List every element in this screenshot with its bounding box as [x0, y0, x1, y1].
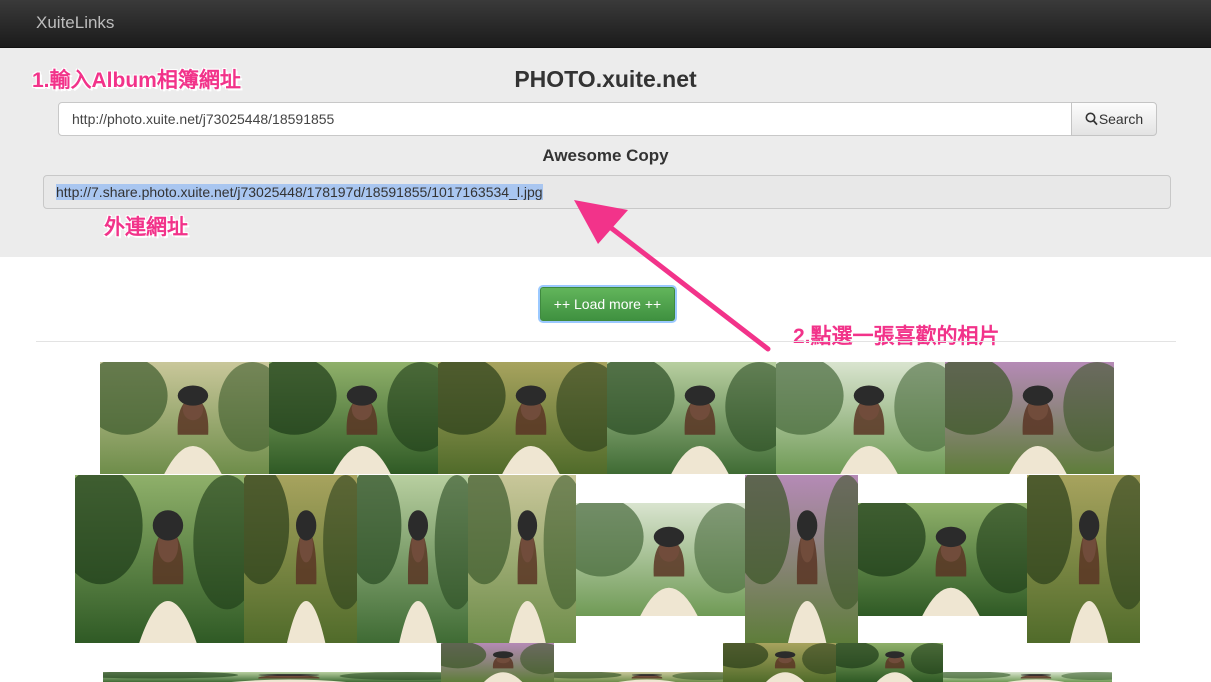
photo-thumbnail[interactable] — [269, 362, 438, 474]
photo-thumbnail[interactable] — [723, 643, 836, 682]
copy-heading: Awesome Copy — [542, 146, 669, 165]
photo-thumbnail[interactable] — [103, 672, 441, 682]
photo-thumbnail[interactable] — [441, 643, 554, 682]
annotation-link-label: 外連網址 — [104, 216, 188, 239]
photo-thumbnail[interactable] — [858, 503, 1027, 616]
photo-thumbnail[interactable] — [745, 475, 858, 643]
photo-thumbnail[interactable] — [438, 362, 607, 474]
copy-link-field[interactable]: http://7.share.photo.xuite.net/j73025448… — [43, 175, 1171, 209]
photo-thumbnail[interactable] — [357, 475, 468, 643]
search-button-label: Search — [1098, 111, 1144, 127]
copy-link-text[interactable]: http://7.share.photo.xuite.net/j73025448… — [56, 184, 543, 200]
divider — [36, 341, 1176, 342]
photo-thumbnail[interactable] — [943, 672, 1112, 682]
brand-logo[interactable]: XuiteLinks — [36, 13, 114, 33]
photo-thumbnail[interactable] — [836, 643, 943, 682]
navbar: XuiteLinks — [0, 0, 1211, 48]
photo-thumbnail[interactable] — [468, 475, 576, 643]
photo-thumbnail[interactable] — [554, 672, 723, 682]
photo-thumbnail[interactable] — [1027, 475, 1140, 643]
photo-thumbnail[interactable] — [576, 503, 745, 616]
search-button[interactable]: Search — [1071, 102, 1157, 136]
annotation-step2: 2.點選一張喜歡的相片 — [793, 325, 1000, 348]
photo-thumbnail[interactable] — [945, 362, 1114, 474]
photo-thumbnail[interactable] — [776, 362, 945, 474]
album-url-input[interactable]: http://photo.xuite.net/j73025448/1859185… — [58, 102, 1072, 136]
annotation-step1: 1.輸入Album相簿網址 — [32, 69, 241, 92]
search-icon — [1085, 112, 1098, 126]
photo-thumbnail[interactable] — [244, 475, 357, 643]
photo-thumbnail[interactable] — [75, 475, 244, 643]
photo-thumbnail[interactable] — [100, 362, 269, 474]
photo-thumbnail[interactable] — [607, 362, 776, 474]
load-more-button[interactable]: ++ Load more ++ — [540, 287, 675, 321]
